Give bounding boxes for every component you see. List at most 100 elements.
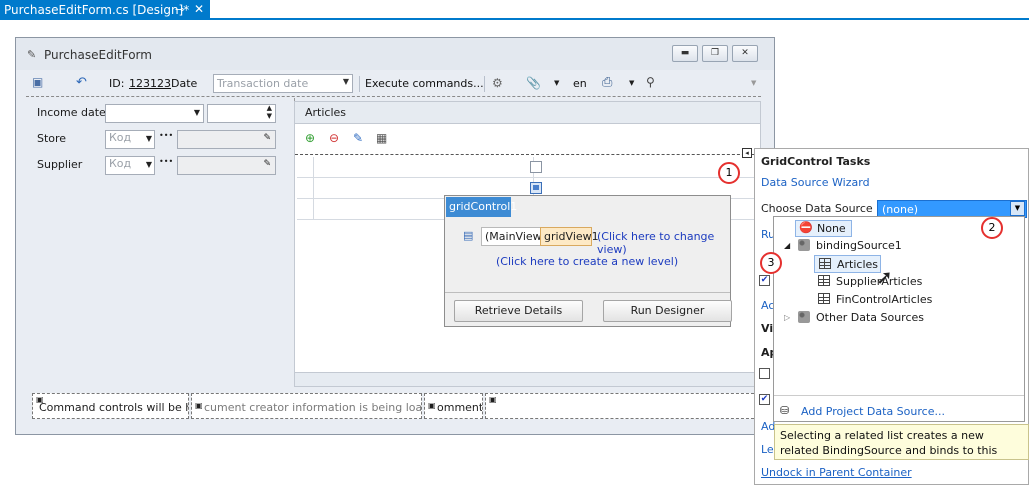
comments-label-box: ▣omments:: [424, 393, 483, 419]
income-date-input[interactable]: ▼: [105, 104, 204, 123]
supplier-code-input[interactable]: Код ▼: [105, 156, 155, 175]
expand-icon[interactable]: ◢: [784, 241, 790, 250]
add-data-source-icon: ⛁: [780, 404, 790, 417]
store-code-placeholder: Код: [109, 131, 132, 144]
tree-node-label: None: [817, 222, 846, 235]
articles-header: Articles: [295, 102, 760, 124]
form-titlebar: ✎ PurchaseEditForm ▬ ❐ ✕: [16, 38, 774, 70]
grid-view-node[interactable]: gridView1: [540, 227, 599, 246]
none-icon: ⛔: [799, 221, 813, 234]
table-icon: [818, 275, 830, 286]
tree-node-none[interactable]: ⛔ None: [795, 220, 852, 237]
toolbar-separator: [359, 76, 360, 92]
expand-icon[interactable]: ▷: [784, 313, 790, 322]
callout-3: 3: [760, 252, 782, 274]
restore-button[interactable]: ❐: [702, 45, 728, 62]
language-selector[interactable]: en: [573, 77, 587, 90]
change-view-link[interactable]: (Click here to change view): [597, 230, 730, 256]
chevron-down-icon[interactable]: ▼: [554, 79, 559, 87]
save-icon[interactable]: ▣: [32, 75, 43, 89]
undock-link[interactable]: Undock in Parent Container: [761, 466, 912, 479]
checkbox[interactable]: ✔: [759, 275, 770, 286]
checkbox[interactable]: [759, 368, 770, 379]
main-view-label: (MainView): [481, 227, 546, 246]
chevron-down-icon[interactable]: ▼: [629, 79, 634, 87]
tree-node-fincontrol-articles[interactable]: FinControlArticles: [818, 293, 932, 306]
callout-2: 2: [981, 217, 1003, 239]
checkbox[interactable]: ✔: [759, 394, 770, 405]
tree-node-supplier-articles[interactable]: SupplierArticles: [818, 275, 922, 288]
views-heading-truncated: Vi: [761, 322, 774, 335]
checkbox[interactable]: [530, 182, 542, 194]
store-code-input[interactable]: Код ▼: [105, 130, 155, 149]
tree-node-label: bindingSource1: [816, 239, 902, 252]
overflow-chevron-icon[interactable]: ▼: [751, 79, 756, 87]
undo-icon[interactable]: ↶: [76, 75, 87, 90]
comments-input[interactable]: ▣: [485, 393, 759, 419]
printer-icon[interactable]: ⎙: [602, 75, 612, 90]
minimize-button[interactable]: ▬: [672, 45, 698, 62]
supplier-code-placeholder: Код: [109, 157, 132, 170]
restore-icon: ❐: [710, 48, 720, 58]
supplier-lookup-button[interactable]: •••: [159, 157, 173, 166]
close-icon: ✕: [741, 48, 749, 58]
store-lookup-button[interactable]: •••: [159, 131, 173, 140]
grid-selection-border: [295, 154, 760, 155]
data-source-value: (none): [882, 203, 919, 216]
execute-commands-button[interactable]: Execute commands...: [365, 77, 484, 90]
table-icon: [819, 258, 831, 269]
chevron-down-icon[interactable]: ▼: [146, 134, 152, 143]
chevron-down-icon[interactable]: ▼: [343, 77, 349, 86]
tree-node-label: Other Data Sources: [816, 311, 925, 324]
chevron-down-icon[interactable]: ▼: [146, 160, 152, 169]
grid-settings-icon[interactable]: ▦: [376, 131, 387, 145]
transaction-date-input[interactable]: Transaction date ▼: [213, 74, 353, 93]
articles-title: Articles: [305, 106, 347, 119]
component-icon: ▣: [428, 401, 436, 410]
id-value[interactable]: 123123: [129, 77, 171, 90]
edit-icon[interactable]: ✎: [263, 133, 271, 143]
tree-node-bindingsource[interactable]: bindingSource1: [798, 239, 902, 252]
close-icon[interactable]: ✕: [194, 2, 204, 16]
date-label: Date: [171, 77, 198, 90]
le-link-truncated[interactable]: Le: [761, 443, 774, 456]
income-time-input[interactable]: ▲ ▼: [207, 104, 276, 123]
attachment-icon[interactable]: 📎: [526, 76, 541, 90]
database-icon: [798, 239, 810, 251]
tree-node-other-sources[interactable]: Other Data Sources: [798, 311, 924, 324]
add-icon[interactable]: ⊕: [305, 131, 315, 145]
smart-tag-icon[interactable]: ◂: [742, 148, 752, 158]
document-tab[interactable]: PurchaseEditForm.cs [Design]* ⊸ ✕: [0, 0, 210, 20]
chevron-down-icon[interactable]: ▼: [194, 108, 200, 117]
data-source-wizard-link[interactable]: Data Source Wizard: [761, 176, 870, 189]
tree-node-articles[interactable]: Articles: [814, 255, 881, 273]
transaction-date-placeholder: Transaction date: [217, 77, 309, 90]
table-row[interactable]: [297, 157, 757, 178]
edit-icon[interactable]: ✎: [353, 131, 363, 145]
callout-1: 1: [718, 162, 740, 184]
toolbar-separator: [484, 76, 485, 92]
supplier-name-field[interactable]: ✎: [177, 156, 276, 175]
creator-info-text: cument creator information is being load…: [204, 401, 422, 414]
pin-icon[interactable]: ⊸: [175, 3, 184, 16]
data-source-dropdown: ⛔ None ◢ bindingSource1 Articles Supplie…: [773, 216, 1025, 422]
settings-icon[interactable]: ⚙: [492, 76, 503, 90]
add-project-data-source-link[interactable]: Add Project Data Source...: [801, 405, 945, 418]
hierarchy-icon[interactable]: ⚲: [646, 75, 655, 89]
spin-icon[interactable]: ▲ ▼: [267, 104, 272, 120]
remove-icon[interactable]: ⊖: [329, 131, 339, 145]
edit-icon[interactable]: ✎: [263, 159, 271, 169]
command-controls-text: Command controls will be here.: [39, 401, 188, 414]
store-name-field[interactable]: ✎: [177, 130, 276, 149]
component-icon: ▣: [195, 401, 203, 410]
tree-node-label: Articles: [837, 258, 879, 271]
close-button[interactable]: ✕: [732, 45, 758, 62]
bottom-strip: ▣Command controls will be here. ▣cument …: [32, 391, 759, 419]
tree-node-label: FinControlArticles: [836, 293, 933, 306]
checkbox[interactable]: [530, 161, 542, 173]
id-label: ID:: [109, 77, 125, 90]
run-designer-button[interactable]: Run Designer: [603, 300, 732, 322]
create-level-link[interactable]: (Click here to create a new level): [496, 255, 678, 268]
retrieve-details-button[interactable]: Retrieve Details: [454, 300, 583, 322]
chevron-down-icon[interactable]: ▼: [1010, 201, 1025, 216]
